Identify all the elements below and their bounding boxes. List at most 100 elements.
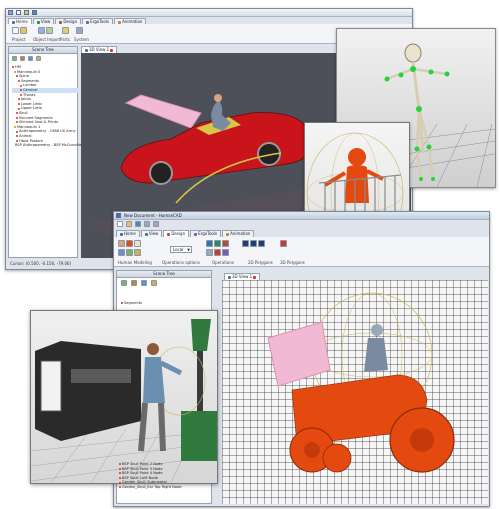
front-ribbon: Local ▼ Human Modeling Operations option… [114, 237, 489, 267]
delete-button[interactable] [214, 249, 221, 256]
front-viewport-tab[interactable]: 3D View 1 [224, 273, 261, 280]
front-tab-ergotools[interactable]: ErgoTools [190, 230, 222, 237]
lathe-panel [40, 360, 62, 412]
group-label-system: System [74, 37, 89, 42]
tree-item-segments[interactable]: Segments [121, 301, 142, 306]
worker-legs [138, 402, 166, 452]
front-tab-design[interactable]: Design [163, 230, 190, 237]
copy-button[interactable] [206, 249, 213, 256]
node-icon [20, 93, 22, 96]
export-object-button[interactable] [46, 27, 53, 34]
node-icon [20, 84, 22, 87]
back-viewport-tab[interactable]: 3D View 1 [81, 46, 118, 53]
group-label-human-modeling: Human Modeling [118, 260, 152, 265]
front-viewport-tabbar: 3D View 1 [224, 273, 261, 280]
workshop-render [30, 310, 218, 484]
tree-item[interactable]: BSP Anthropometry - BSP McConville Male [12, 143, 91, 148]
new-icon[interactable] [117, 221, 123, 227]
add-node-icon[interactable] [121, 280, 127, 286]
back-scene-tree-title: Scene Tree [9, 47, 77, 54]
front-window-titlebar: New Document - HumanCAD [114, 212, 489, 220]
drill-press-head [191, 319, 211, 351]
add-node-icon[interactable] [12, 56, 17, 61]
coordinate-select-value: Local [173, 247, 184, 252]
front-wheel-2 [322, 443, 352, 473]
parts-button[interactable] [62, 27, 69, 34]
node-icon [16, 116, 18, 119]
back-viewport-tabbar: 3D View 1 [81, 46, 118, 53]
posture-button[interactable] [118, 249, 125, 256]
open-icon[interactable] [126, 221, 132, 227]
drill-column [197, 351, 203, 411]
node-icon [121, 302, 123, 305]
child-head [348, 148, 366, 166]
open-icon[interactable] [24, 10, 29, 15]
anthropometry-button[interactable] [126, 249, 133, 256]
save-icon[interactable] [32, 10, 37, 15]
tree-item[interactable]: Gordon_Skull_Ear Top Right Node [119, 485, 213, 490]
line-2d-button[interactable] [258, 240, 265, 247]
open-hood [124, 94, 202, 129]
tree-item-label: Segments [124, 301, 143, 305]
save-icon[interactable] [135, 221, 141, 227]
back-status-bar: Cursor: (0.500, -0.156, -79.06) [10, 261, 72, 266]
reach-button[interactable] [134, 249, 141, 256]
front-tab-animation[interactable]: Animation [222, 230, 255, 237]
front-wheel [149, 161, 173, 185]
app-icon [116, 213, 121, 218]
close-icon[interactable] [110, 48, 114, 52]
human-model-button[interactable] [118, 240, 125, 247]
mannequin-icon [14, 126, 16, 129]
node-icon [16, 139, 18, 142]
undo-icon[interactable] [144, 221, 150, 227]
group-label-3d-polygons: 3D Polygons [280, 260, 305, 265]
move-node-icon[interactable] [141, 280, 147, 286]
worker-head [147, 343, 159, 355]
mannequin-button[interactable] [126, 240, 133, 247]
node-icon [20, 89, 22, 92]
scale-button[interactable] [222, 240, 229, 247]
front-3d-viewport[interactable] [222, 280, 488, 504]
front-scene-tree-toolbar [121, 280, 157, 286]
view3d-icon [85, 48, 88, 52]
mannequin-icon [14, 70, 16, 73]
circle-2d-button[interactable] [250, 240, 257, 247]
move-node-icon[interactable] [28, 56, 33, 61]
group-label-project: Project [12, 37, 26, 42]
new-project-button[interactable] [12, 27, 19, 34]
node-icon [18, 103, 20, 106]
front-tab-home[interactable]: Home [116, 230, 140, 237]
tractor-scene [267, 292, 455, 473]
coordinate-select[interactable]: Local ▼ [170, 246, 192, 253]
lathe-bed [71, 369, 131, 383]
app-icon [8, 10, 13, 15]
group-label-2d-polygons: 2D Polygons [248, 260, 273, 265]
ergotools-icon [194, 232, 198, 236]
node-icon [18, 80, 20, 83]
import-object-button[interactable] [38, 27, 45, 34]
remove-node-icon[interactable] [131, 280, 137, 286]
group-label-operations-options: Operations options [162, 260, 200, 265]
rotate-button[interactable] [214, 240, 221, 247]
close-icon[interactable] [253, 275, 257, 279]
properties-icon[interactable] [36, 56, 41, 61]
skeleton-button[interactable] [134, 240, 141, 247]
node-icon [16, 135, 18, 138]
new-icon[interactable] [16, 10, 21, 15]
redo-icon[interactable] [153, 221, 159, 227]
box-3d-button[interactable] [280, 240, 287, 247]
node-icon [18, 98, 20, 101]
node-icon [119, 477, 121, 480]
group-button[interactable] [222, 249, 229, 256]
back-scene-tree-list: HM Mannequin 0 Spine Segments Lumbar Cer… [12, 65, 91, 148]
skull [404, 43, 422, 63]
front-scene-tree-title: Scene Tree [117, 271, 211, 278]
system-button[interactable] [76, 27, 83, 34]
node-icon [16, 121, 18, 124]
properties-icon[interactable] [151, 280, 157, 286]
remove-node-icon[interactable] [20, 56, 25, 61]
open-project-button[interactable] [20, 27, 27, 34]
move-button[interactable] [206, 240, 213, 247]
polygon-2d-button[interactable] [242, 240, 249, 247]
front-tab-view[interactable]: View [140, 230, 163, 237]
